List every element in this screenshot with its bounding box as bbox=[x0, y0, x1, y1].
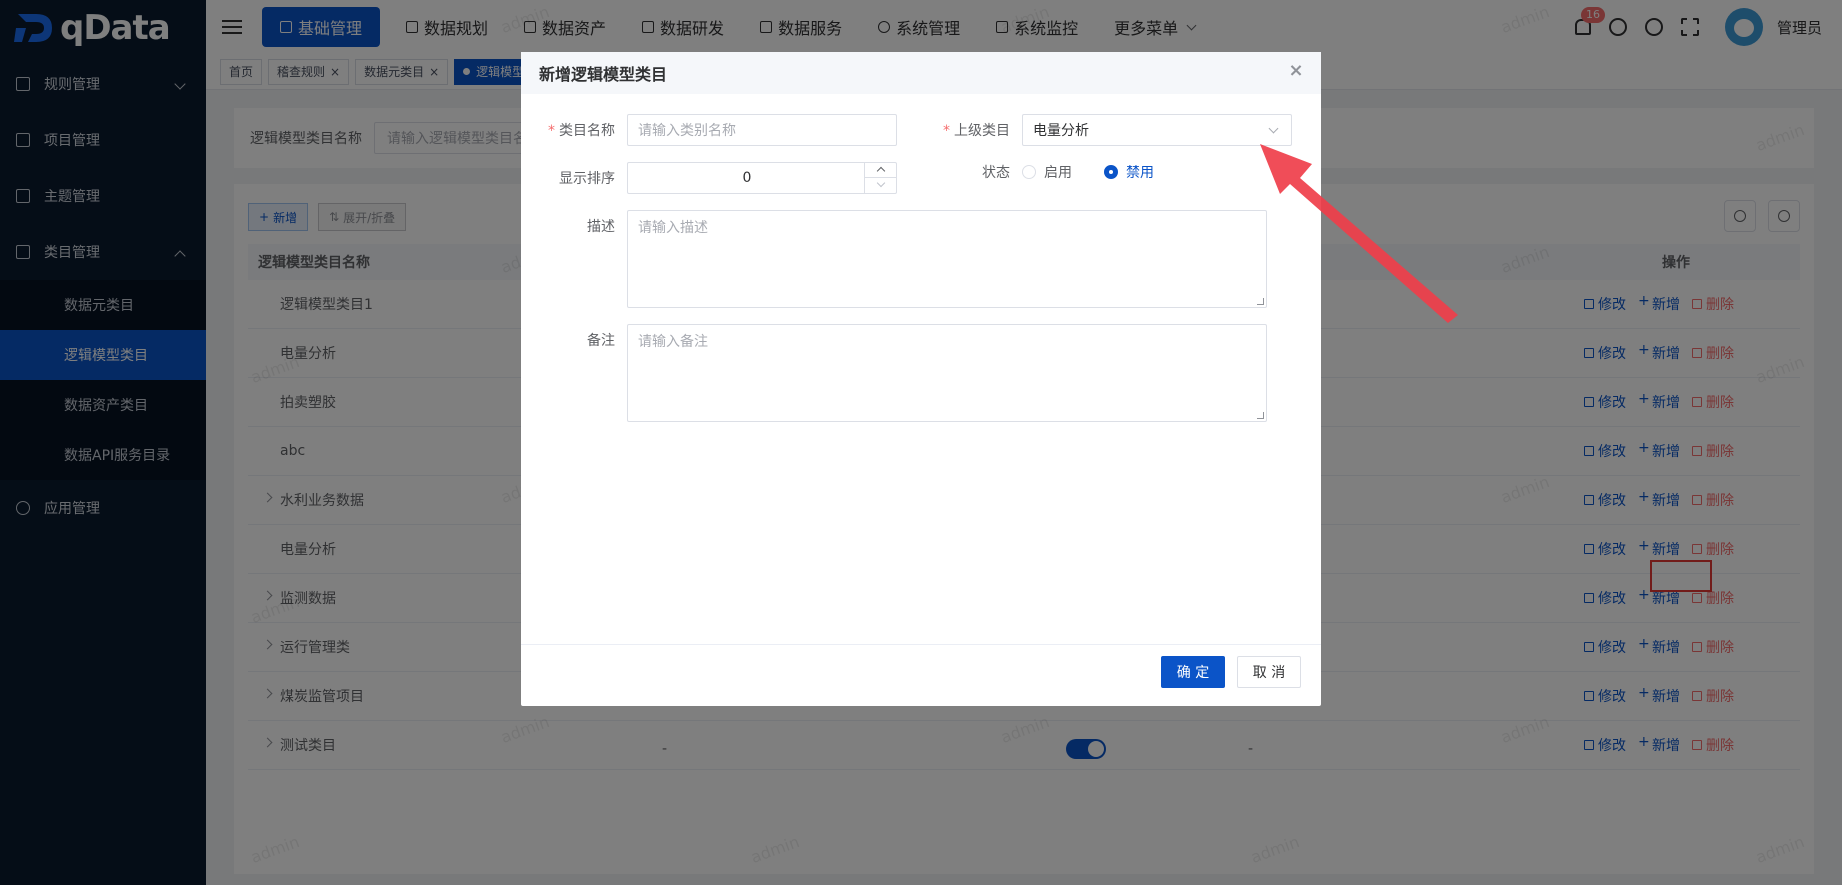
form-row-status: 状态 启用 禁用 bbox=[916, 162, 1186, 182]
radio-circle bbox=[1022, 165, 1036, 179]
category-name-input[interactable]: 请输入类别名称 bbox=[627, 114, 897, 146]
form-row-remark: 备注 请输入备注 bbox=[521, 324, 1267, 422]
radio-circle bbox=[1104, 165, 1118, 179]
field-label-sort: 显示排序 bbox=[559, 171, 615, 187]
field-label-remark: 备注 bbox=[587, 333, 615, 349]
field-label-desc: 描述 bbox=[587, 219, 615, 235]
dialog-title: 新增逻辑模型类目 bbox=[539, 65, 668, 84]
add-category-dialog: 新增逻辑模型类目 × * 类目名称 请输入类别名称 * 上级类目 电量分析 显示排序… bbox=[521, 52, 1321, 706]
form-row-sort: 显示排序 0 bbox=[521, 162, 897, 194]
close-icon[interactable]: × bbox=[1287, 62, 1305, 80]
stepper-value: 0 bbox=[742, 170, 752, 186]
status-radio-enable[interactable]: 启用 bbox=[1022, 162, 1072, 182]
cancel-button[interactable]: 取 消 bbox=[1237, 656, 1301, 688]
remark-textarea[interactable]: 请输入备注 bbox=[627, 324, 1267, 422]
required-mark: * bbox=[548, 123, 555, 139]
increment-icon[interactable] bbox=[865, 163, 896, 178]
field-label-parent: * 上级类目 bbox=[916, 120, 1022, 140]
field-label-status: 状态 bbox=[982, 165, 1010, 181]
confirm-button[interactable]: 确 定 bbox=[1161, 656, 1225, 688]
form-row-parent: * 上级类目 电量分析 bbox=[916, 114, 1292, 146]
select-value: 电量分析 bbox=[1033, 123, 1089, 139]
description-textarea[interactable]: 请输入描述 bbox=[627, 210, 1267, 308]
required-mark: * bbox=[943, 123, 950, 139]
status-radio-disable[interactable]: 禁用 bbox=[1104, 162, 1154, 182]
annotation-arrow-icon bbox=[1260, 144, 1458, 323]
label-text: 类目名称 bbox=[559, 123, 615, 139]
decrement-icon[interactable] bbox=[865, 178, 896, 193]
dialog-header: 新增逻辑模型类目 × bbox=[521, 52, 1321, 94]
radio-label: 启用 bbox=[1044, 165, 1072, 181]
form-row-desc: 描述 请输入描述 bbox=[521, 210, 1267, 308]
stepper-controls bbox=[864, 163, 896, 193]
field-label-name: * 类目名称 bbox=[521, 120, 627, 140]
label-text: 上级类目 bbox=[954, 123, 1010, 139]
sort-order-stepper[interactable]: 0 bbox=[627, 162, 897, 194]
dialog-footer: 确 定 取 消 bbox=[521, 644, 1321, 706]
radio-label: 禁用 bbox=[1126, 165, 1154, 181]
form-row-name: * 类目名称 请输入类别名称 bbox=[521, 114, 897, 146]
